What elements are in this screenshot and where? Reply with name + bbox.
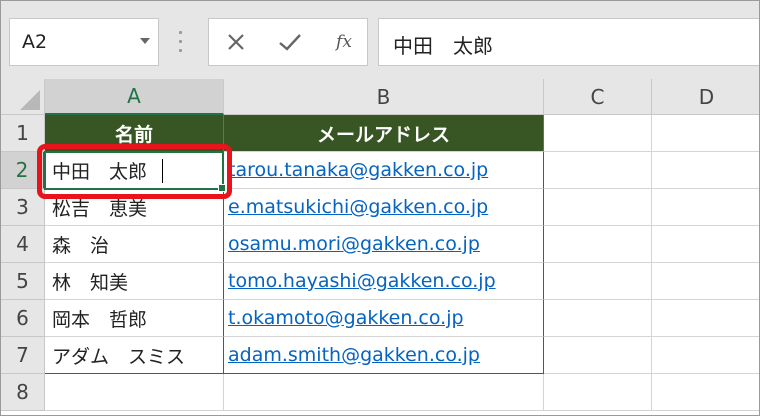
- cell-a7[interactable]: アダム スミス: [45, 337, 224, 374]
- cell-b5[interactable]: tomo.hayashi@gakken.co.jp: [224, 263, 544, 300]
- cell-a8[interactable]: [45, 374, 224, 411]
- column-header-d[interactable]: D: [652, 79, 759, 115]
- cell-a2[interactable]: 中田 太郎: [45, 152, 224, 189]
- spreadsheet-window: A2 fx 中田 太郎 A B C D 1 2 3 4 5 6 7 8 名前 メ…: [0, 0, 760, 416]
- cell-c5[interactable]: [544, 263, 652, 300]
- cell-b6[interactable]: t.okamoto@gakken.co.jp: [224, 300, 544, 337]
- cell-b1[interactable]: メールアドレス: [224, 115, 544, 152]
- cell-d3[interactable]: [652, 189, 759, 226]
- chevron-down-icon[interactable]: [140, 38, 150, 44]
- row-header-3[interactable]: 3: [1, 189, 45, 226]
- cell-d4[interactable]: [652, 226, 759, 263]
- formula-bar[interactable]: 中田 太郎: [378, 18, 759, 66]
- cell-d6[interactable]: [652, 300, 759, 337]
- cell-c4[interactable]: [544, 226, 652, 263]
- cell-b2[interactable]: tarou.tanaka@gakken.co.jp: [224, 152, 544, 189]
- name-box[interactable]: A2: [9, 18, 159, 66]
- cell-b3[interactable]: e.matsukichi@gakken.co.jp: [224, 189, 544, 226]
- column-header-b[interactable]: B: [224, 79, 544, 115]
- cell-d2[interactable]: [652, 152, 759, 189]
- formula-bar-value: 中田 太郎: [393, 34, 493, 58]
- text-cursor: [162, 159, 163, 183]
- row-header-8[interactable]: 8: [1, 374, 45, 411]
- cell-b8[interactable]: [224, 374, 544, 411]
- row-header-4[interactable]: 4: [1, 226, 45, 263]
- cell-c8[interactable]: [544, 374, 652, 411]
- row-header-6[interactable]: 6: [1, 300, 45, 337]
- cell-a5[interactable]: 林 知美: [45, 263, 224, 300]
- cell-c3[interactable]: [544, 189, 652, 226]
- row-header-7[interactable]: 7: [1, 337, 45, 374]
- row-header-2[interactable]: 2: [1, 152, 45, 189]
- column-header-c[interactable]: C: [544, 79, 652, 115]
- row-header-1[interactable]: 1: [1, 115, 45, 152]
- name-box-value: A2: [22, 31, 48, 53]
- column-header-a[interactable]: A: [45, 79, 224, 115]
- cell-c1[interactable]: [544, 115, 652, 152]
- cell-b4[interactable]: osamu.mori@gakken.co.jp: [224, 226, 544, 263]
- cell-d1[interactable]: [652, 115, 759, 152]
- cell-c7[interactable]: [544, 337, 652, 374]
- cell-c6[interactable]: [544, 300, 652, 337]
- select-all-button[interactable]: [1, 79, 45, 115]
- worksheet-grid: A B C D 1 2 3 4 5 6 7 8 名前 メールアドレス 中田 太郎…: [1, 79, 759, 415]
- check-icon[interactable]: [273, 27, 307, 57]
- close-icon[interactable]: [219, 27, 253, 57]
- formula-buttons: fx: [208, 18, 368, 66]
- cell-b7[interactable]: adam.smith@gakken.co.jp: [224, 337, 544, 374]
- cell-c2[interactable]: [544, 152, 652, 189]
- cell-a6[interactable]: 岡本 哲郎: [45, 300, 224, 337]
- cell-a1[interactable]: 名前: [45, 115, 224, 152]
- cell-d8[interactable]: [652, 374, 759, 411]
- insert-function-button[interactable]: fx: [327, 27, 361, 57]
- cell-a3[interactable]: 松吉 恵美: [45, 189, 224, 226]
- cell-a4[interactable]: 森 治: [45, 226, 224, 263]
- cell-d5[interactable]: [652, 263, 759, 300]
- row-header-5[interactable]: 5: [1, 263, 45, 300]
- cell-d7[interactable]: [652, 337, 759, 374]
- splitter-handle[interactable]: [177, 25, 183, 59]
